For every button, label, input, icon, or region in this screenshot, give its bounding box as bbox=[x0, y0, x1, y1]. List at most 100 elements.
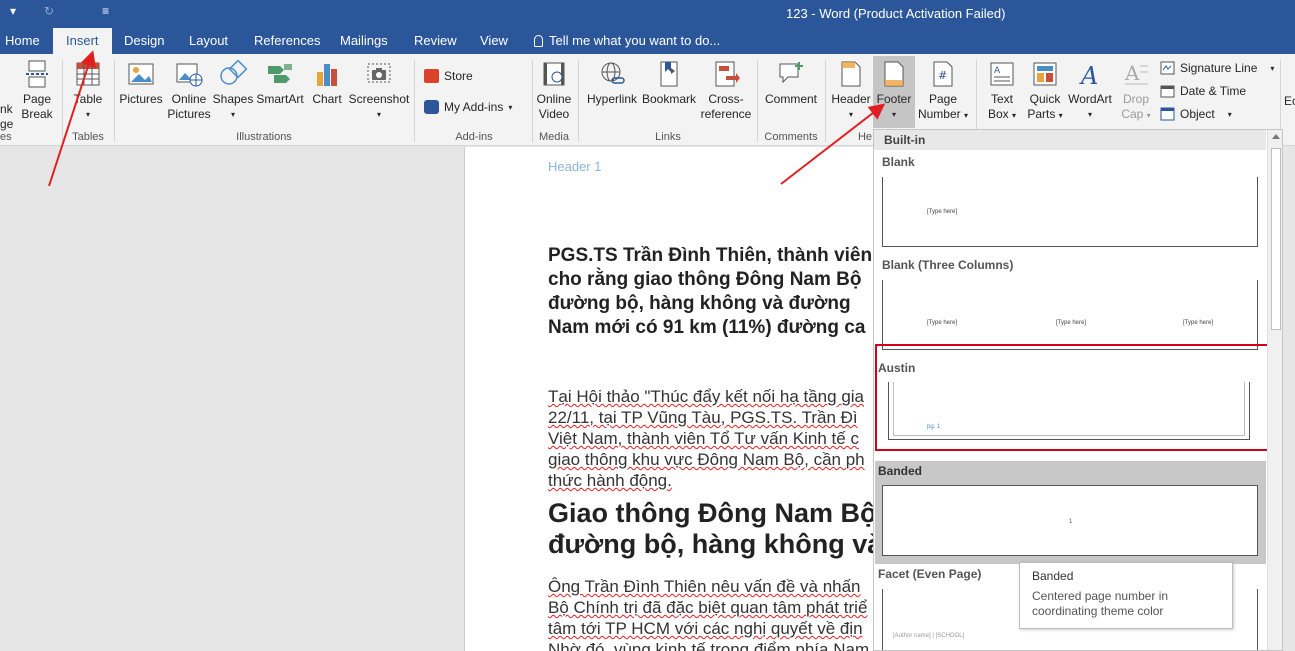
text-box-label-2-wrap: Box ▾ bbox=[982, 107, 1022, 123]
gallery-item-label-facet-even-page: Facet (Even Page) bbox=[878, 567, 982, 581]
hyperlink-button[interactable]: Hyperlink bbox=[584, 60, 640, 107]
chart-icon bbox=[317, 64, 337, 86]
page-break-label-2: Break bbox=[21, 107, 53, 121]
footer-button[interactable]: Footer ▾ bbox=[873, 60, 915, 122]
blank-page-button-partial[interactable]: nk ge bbox=[0, 102, 13, 132]
text-box-button[interactable]: A Text Box ▾ bbox=[982, 60, 1022, 123]
table-button[interactable]: Table ▾ bbox=[68, 60, 108, 122]
page-number-button[interactable]: # Page Number ▾ bbox=[917, 60, 969, 123]
media-group-label: Media bbox=[539, 131, 569, 143]
quick-parts-button[interactable]: Quick Parts ▾ bbox=[1024, 60, 1066, 123]
gallery-item-banded[interactable]: 1 bbox=[882, 485, 1258, 556]
dropdown-caret-icon: ▾ bbox=[85, 110, 90, 119]
quick-parts-label-2-wrap: Parts ▾ bbox=[1024, 107, 1066, 123]
equation-button-partial[interactable]: Ec bbox=[1284, 94, 1295, 108]
tab-design[interactable]: Design bbox=[124, 28, 164, 54]
page-break-icon bbox=[26, 60, 48, 88]
body-paragraph-line: Bộ Chính trị đã đặc biệt quan tâm phát t… bbox=[548, 598, 868, 617]
tell-me-search[interactable]: Tell me what you want to do... bbox=[534, 28, 720, 54]
object-button[interactable]: Object ▾ bbox=[1160, 107, 1232, 121]
signature-line-button[interactable]: Signature Line ▾ bbox=[1160, 61, 1274, 75]
gallery-item-blank[interactable]: [Type here] bbox=[882, 177, 1258, 247]
bookmark-button[interactable]: Bookmark bbox=[641, 60, 697, 107]
my-addins-label: My Add-ins bbox=[444, 100, 504, 114]
hyperlink-label: Hyperlink bbox=[586, 92, 637, 106]
page-header-text[interactable]: Header 1 bbox=[548, 159, 601, 174]
online-video-icon bbox=[543, 62, 565, 86]
tab-references[interactable]: References bbox=[254, 28, 320, 54]
group-separator bbox=[825, 60, 826, 142]
tab-mailings[interactable]: Mailings bbox=[340, 28, 388, 54]
text-box-label-1: Text bbox=[990, 92, 1013, 106]
tab-home[interactable]: Home bbox=[5, 28, 40, 54]
redo-icon[interactable]: ↻ bbox=[44, 4, 54, 18]
dropdown-caret-icon: ▾ bbox=[1146, 111, 1151, 120]
cross-reference-label-2: reference bbox=[700, 107, 752, 121]
screenshot-button[interactable]: Screenshot ▾ bbox=[348, 60, 410, 122]
page-number-label-1: Page bbox=[928, 92, 958, 106]
undo-dropdown-icon[interactable]: ▾ bbox=[10, 4, 16, 18]
hyperlink-icon bbox=[601, 62, 625, 84]
wordart-button[interactable]: A WordArt ▾ bbox=[1066, 60, 1114, 122]
shapes-label: Shapes bbox=[212, 92, 254, 106]
bold-paragraph-line: cho rằng giao thông Đông Nam Bộ bbox=[548, 269, 862, 290]
header-button[interactable]: Header ▾ bbox=[829, 60, 873, 122]
scroll-up-icon[interactable] bbox=[1272, 134, 1280, 139]
tooltip-title: Banded bbox=[1032, 569, 1074, 583]
annotation-highlight-box bbox=[875, 344, 1271, 451]
tables-group-label: Tables bbox=[72, 131, 104, 143]
page-number-label-2: Number bbox=[917, 107, 961, 121]
section-heading-line: Giao thông Đông Nam Bộ bbox=[548, 498, 877, 528]
tooltip: Banded Centered page number in coordinat… bbox=[1019, 562, 1233, 629]
lightbulb-icon bbox=[534, 35, 543, 47]
page-break-label-1: Page bbox=[22, 92, 52, 106]
signature-line-icon bbox=[1160, 61, 1175, 75]
quick-access-toolbar: ▾ ↻ ≡ bbox=[0, 4, 109, 18]
ribbon-tabs: Home Insert Design Layout References Mai… bbox=[0, 28, 1295, 54]
cross-reference-button[interactable]: Cross- reference bbox=[699, 60, 753, 122]
pages-group-label: es bbox=[0, 131, 12, 143]
store-button[interactable]: Store bbox=[424, 69, 473, 83]
customize-qat-icon[interactable]: ≡ bbox=[102, 4, 109, 18]
online-video-label-1: Online bbox=[536, 92, 572, 106]
chart-button[interactable]: Chart bbox=[308, 60, 346, 107]
footer-icon bbox=[884, 61, 904, 87]
body-paragraph-line: Tại Hội thảo "Thúc đẩy kết nối hạ tầng g… bbox=[548, 387, 865, 406]
pictures-button[interactable]: Pictures bbox=[118, 60, 164, 107]
tab-view[interactable]: View bbox=[480, 28, 508, 54]
tab-layout[interactable]: Layout bbox=[189, 28, 228, 54]
tab-insert[interactable]: Insert bbox=[53, 28, 112, 54]
bold-paragraph-line: Nam mới có 91 km (11%) đường ca bbox=[548, 317, 866, 338]
header-footer-group-label: He bbox=[857, 131, 873, 143]
document-page[interactable]: Header 1 PGS.TS Trần Đình Thiên, thành v… bbox=[464, 147, 884, 651]
dropdown-caret-icon: ▾ bbox=[964, 111, 969, 120]
scrollbar-thumb[interactable] bbox=[1271, 148, 1281, 330]
svg-text:A: A bbox=[1079, 62, 1098, 88]
body-paragraph-line: Ông Trần Đình Thiên nêu vấn đề và nhấn bbox=[548, 577, 861, 596]
online-video-button[interactable]: Online Video bbox=[534, 60, 574, 122]
tab-review[interactable]: Review bbox=[414, 28, 457, 54]
thumb-placeholder: [Author name] | [SCHOOL] bbox=[893, 633, 965, 639]
dropdown-caret-icon: ▾ bbox=[230, 110, 235, 119]
my-addins-button[interactable]: My Add-ins ▾ bbox=[424, 100, 512, 114]
gallery-item-blank-three-columns[interactable]: [Type here] [Type here] [Type here] bbox=[882, 280, 1258, 350]
comment-label: Comment bbox=[764, 92, 817, 106]
pictures-label: Pictures bbox=[119, 92, 163, 106]
drop-cap-button[interactable]: A Drop Cap ▾ bbox=[1116, 60, 1156, 123]
quick-parts-label-2: Parts bbox=[1027, 107, 1056, 121]
comment-button[interactable]: Comment bbox=[762, 60, 820, 107]
date-time-button[interactable]: Date & Time bbox=[1160, 84, 1246, 98]
online-pictures-icon bbox=[176, 63, 203, 87]
smartart-button[interactable]: SmartArt bbox=[254, 60, 306, 107]
page-break-button[interactable]: Page Break bbox=[18, 60, 56, 122]
gallery-item-label-blank-three-columns: Blank (Three Columns) bbox=[882, 258, 1014, 272]
dropdown-caret-icon: ▾ bbox=[1058, 111, 1063, 120]
dropdown-caret-icon: ▾ bbox=[376, 110, 381, 119]
online-pictures-button[interactable]: Online Pictures bbox=[166, 60, 212, 122]
header-label: Header bbox=[831, 92, 871, 106]
gallery-scrollbar[interactable] bbox=[1267, 130, 1282, 650]
bookmark-icon bbox=[660, 61, 678, 87]
screenshot-icon bbox=[367, 63, 391, 83]
shapes-button[interactable]: Shapes ▾ bbox=[211, 60, 255, 122]
group-separator bbox=[757, 60, 758, 142]
